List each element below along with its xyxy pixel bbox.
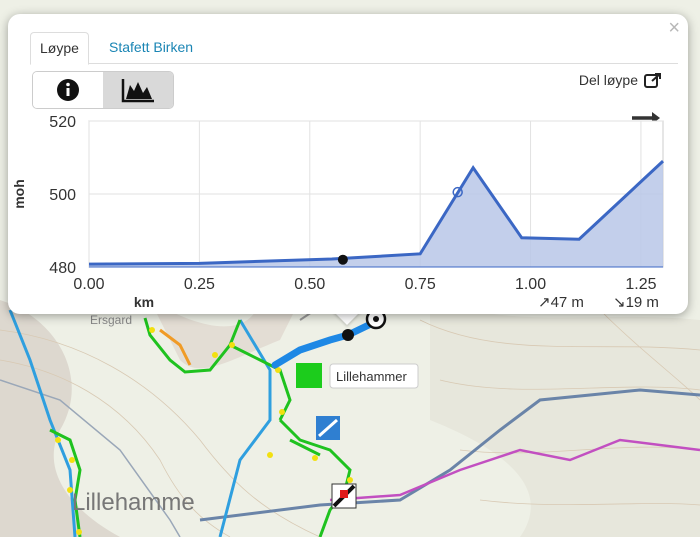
town-label: Lillehamme — [72, 489, 195, 516]
x-tick-label: 0.25 — [184, 276, 215, 293]
railway-icon-accent — [340, 490, 348, 498]
route-end-marker-dot — [373, 316, 379, 322]
x-tick-label: 0.00 — [73, 276, 104, 293]
y-tick-label: 480 — [49, 260, 76, 277]
descent-label: ↘19 m — [613, 294, 659, 311]
chart-position-marker[interactable] — [337, 254, 348, 265]
y-tick-label: 520 — [49, 114, 76, 131]
place-label: Ersgard — [90, 313, 132, 327]
x-tick-label: 0.50 — [294, 276, 325, 293]
y-axis-label: moh — [11, 179, 27, 209]
x-tick-label: 1.25 — [625, 276, 656, 293]
map-tooltip: Lillehammer — [329, 363, 419, 389]
y-tick-label: 500 — [49, 187, 76, 204]
ascent-label: ↗47 m — [538, 294, 584, 311]
x-axis-label: km — [134, 294, 154, 310]
elevation-chart[interactable]: 0.00 0.25 0.50 0.75 1.00 1.25 520 500 480 moh km ↗4… — [8, 14, 688, 314]
x-tick-label: 1.00 — [515, 276, 546, 293]
route-popup: × Løype Stafett Birken Del løype 0.00 0.… — [8, 14, 688, 314]
route-position-marker[interactable] — [342, 329, 354, 341]
x-tick-label: 0.75 — [405, 276, 436, 293]
lillehammer-poi-icon[interactable] — [296, 363, 322, 388]
tooltip-label: Lillehammer — [336, 369, 407, 384]
